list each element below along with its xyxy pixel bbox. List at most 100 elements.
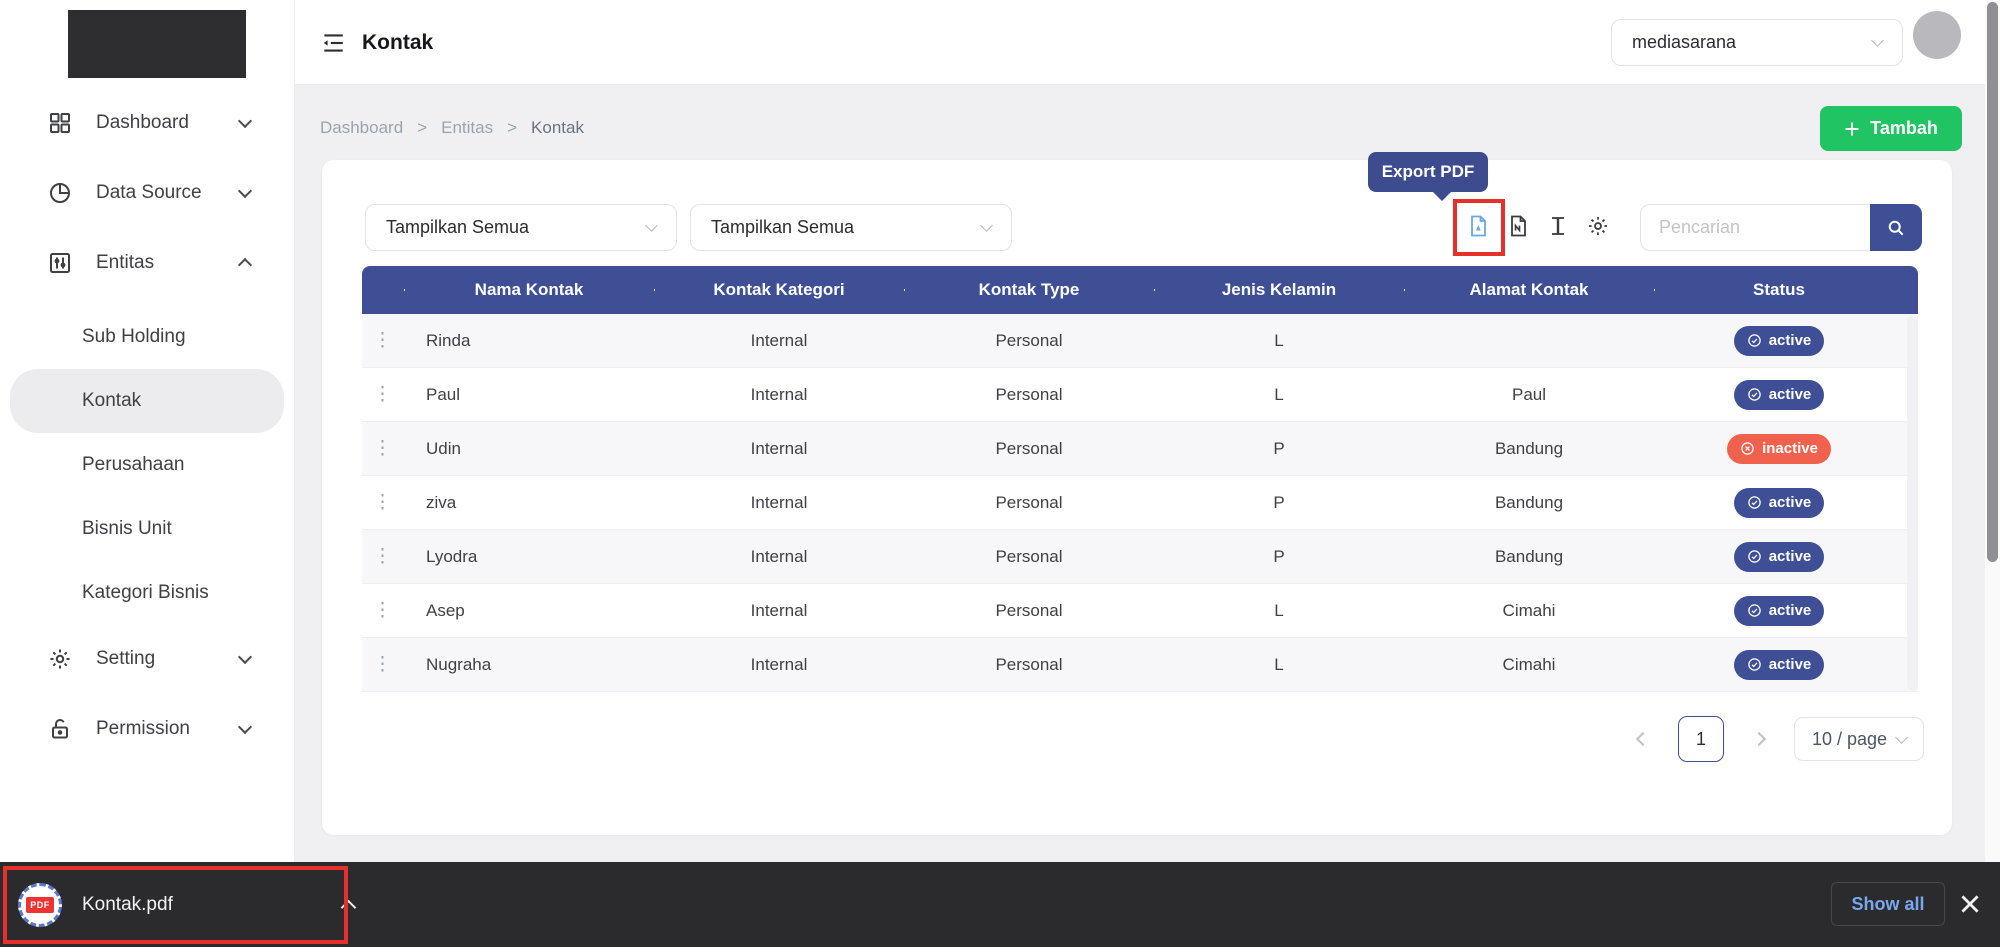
sidebar-item-bisnis-unit[interactable]: Bisnis Unit bbox=[0, 497, 294, 561]
cell-nama: Nugraha bbox=[404, 655, 654, 675]
tooltip-label: Export PDF bbox=[1382, 162, 1475, 182]
cell-type: Personal bbox=[904, 493, 1154, 513]
status-label: active bbox=[1769, 602, 1812, 619]
chevron-down-icon bbox=[238, 650, 252, 664]
next-page-icon[interactable] bbox=[1752, 732, 1766, 746]
export-file-icon[interactable] bbox=[1506, 214, 1530, 238]
cell-kategori: Internal bbox=[654, 601, 904, 621]
row-menu-icon[interactable]: ⋮ bbox=[373, 439, 393, 458]
add-button[interactable]: Tambah bbox=[1820, 106, 1962, 151]
sidebar-item-label: Setting bbox=[96, 648, 155, 670]
chevron-down-icon bbox=[238, 184, 252, 198]
status-label: active bbox=[1769, 386, 1812, 403]
row-menu-icon[interactable]: ⋮ bbox=[373, 655, 393, 674]
show-all-button[interactable]: Show all bbox=[1831, 882, 1945, 926]
table-header-type: Kontak Type bbox=[904, 280, 1154, 300]
filter-select-kategori[interactable]: Tampilkan Semua bbox=[365, 204, 677, 251]
check-circle-icon bbox=[1747, 657, 1762, 672]
search-input[interactable] bbox=[1640, 204, 1870, 251]
app-window: Dashboard Data Source Entitas Sub Holdin… bbox=[0, 0, 2000, 947]
status-label: active bbox=[1769, 656, 1812, 673]
text-height-icon[interactable] bbox=[1546, 214, 1570, 238]
cell-type: Personal bbox=[904, 385, 1154, 405]
status-badge: active bbox=[1734, 596, 1825, 626]
downloaded-file-item[interactable]: PDF Kontak.pdf bbox=[18, 862, 354, 947]
table-settings-icon[interactable] bbox=[1586, 214, 1610, 238]
filter-select-type[interactable]: Tampilkan Semua bbox=[690, 204, 1012, 251]
sidebar-subitem-label: Bisnis Unit bbox=[82, 518, 172, 540]
breadcrumb: Dashboard > Entitas > Kontak bbox=[320, 118, 584, 138]
row-menu-icon[interactable]: ⋮ bbox=[373, 493, 393, 512]
cell-kategori: Internal bbox=[654, 331, 904, 351]
status-badge: active bbox=[1734, 326, 1825, 356]
cell-alamat: Cimahi bbox=[1404, 601, 1654, 621]
cell-type: Personal bbox=[904, 331, 1154, 351]
cell-nama: Rinda bbox=[404, 331, 654, 351]
page-number-button[interactable]: 1 bbox=[1678, 716, 1724, 762]
table-header-gutter bbox=[1904, 266, 1918, 314]
downloaded-file-name: Kontak.pdf bbox=[82, 894, 173, 916]
sidebar-item-dashboard[interactable]: Dashboard bbox=[0, 95, 294, 151]
cell-alamat: Bandung bbox=[1404, 439, 1654, 459]
sidebar-item-permission[interactable]: Permission bbox=[0, 701, 294, 757]
sidebar-item-entitas[interactable]: Entitas bbox=[0, 235, 294, 291]
page-size-select[interactable]: 10 / page bbox=[1794, 717, 1924, 761]
export-pdf-icon[interactable] bbox=[1466, 214, 1490, 238]
row-menu-icon[interactable]: ⋮ bbox=[373, 385, 393, 404]
chevron-down-icon bbox=[238, 114, 252, 128]
chevron-up-icon[interactable] bbox=[341, 900, 357, 916]
browser-scrollbar[interactable] bbox=[1985, 0, 2000, 862]
table-row: ⋮ Asep Internal Personal L Cimahi active bbox=[362, 584, 1918, 638]
tenant-select[interactable]: mediasarana bbox=[1611, 19, 1903, 66]
cell-nama: Asep bbox=[404, 601, 654, 621]
row-menu-icon[interactable]: ⋮ bbox=[373, 547, 393, 566]
previous-page-icon[interactable] bbox=[1636, 732, 1650, 746]
sidebar-subitem-label: Sub Holding bbox=[82, 326, 186, 348]
sidebar-item-perusahaan[interactable]: Perusahaan bbox=[0, 433, 294, 497]
chevron-down-icon bbox=[238, 720, 252, 734]
breadcrumb-entitas[interactable]: Entitas bbox=[441, 118, 493, 138]
sidebar-item-sub-holding[interactable]: Sub Holding bbox=[0, 305, 294, 369]
sidebar-item-setting[interactable]: Setting bbox=[0, 631, 294, 687]
cell-type: Personal bbox=[904, 547, 1154, 567]
search-bar bbox=[1640, 204, 1922, 251]
cell-jenis-kelamin: L bbox=[1154, 601, 1404, 621]
sidebar-item-label: Data Source bbox=[96, 182, 202, 204]
avatar[interactable] bbox=[1913, 11, 1961, 59]
breadcrumb-kontak[interactable]: Kontak bbox=[531, 118, 584, 138]
sidebar-subitem-label: Perusahaan bbox=[82, 454, 184, 476]
cell-nama: Lyodra bbox=[404, 547, 654, 567]
cell-type: Personal bbox=[904, 439, 1154, 459]
sidebar-subitem-label: Kategori Bisnis bbox=[82, 582, 209, 604]
breadcrumb-dashboard[interactable]: Dashboard bbox=[320, 118, 403, 138]
breadcrumb-separator: > bbox=[507, 118, 517, 138]
sidebar-item-kategori-bisnis[interactable]: Kategori Bisnis bbox=[0, 561, 294, 625]
table-body: ⋮ Rinda Internal Personal L active ⋮ Pau… bbox=[362, 314, 1918, 692]
menu-fold-icon[interactable] bbox=[320, 30, 346, 56]
plus-icon bbox=[1844, 121, 1860, 137]
gear-icon bbox=[48, 647, 72, 671]
pie-chart-icon bbox=[48, 181, 72, 205]
sidebar-item-label: Entitas bbox=[96, 252, 154, 274]
table-header-nama: Nama Kontak bbox=[404, 280, 654, 300]
status-label: active bbox=[1769, 548, 1812, 565]
chevron-down-icon bbox=[1895, 731, 1908, 744]
sidebar-item-data-source[interactable]: Data Source bbox=[0, 165, 294, 221]
search-button[interactable] bbox=[1870, 204, 1922, 251]
sidebar-item-kontak[interactable]: Kontak bbox=[10, 369, 284, 433]
table-row: ⋮ Paul Internal Personal L Paul active bbox=[362, 368, 1918, 422]
close-icon[interactable] bbox=[1957, 891, 1983, 917]
breadcrumb-separator: > bbox=[417, 118, 427, 138]
cell-type: Personal bbox=[904, 655, 1154, 675]
table-scrollbar[interactable] bbox=[1907, 316, 1918, 690]
table-header-alamat: Alamat Kontak bbox=[1404, 280, 1654, 300]
cell-jenis-kelamin: L bbox=[1154, 331, 1404, 351]
row-menu-icon[interactable]: ⋮ bbox=[373, 331, 393, 350]
scrollbar-thumb[interactable] bbox=[1987, 2, 1998, 562]
cell-alamat: Bandung bbox=[1404, 493, 1654, 513]
cell-type: Personal bbox=[904, 601, 1154, 621]
status-badge: active bbox=[1734, 650, 1825, 680]
download-bar: PDF Kontak.pdf Show all bbox=[0, 862, 2000, 947]
row-menu-icon[interactable]: ⋮ bbox=[373, 601, 393, 620]
cell-kategori: Internal bbox=[654, 655, 904, 675]
